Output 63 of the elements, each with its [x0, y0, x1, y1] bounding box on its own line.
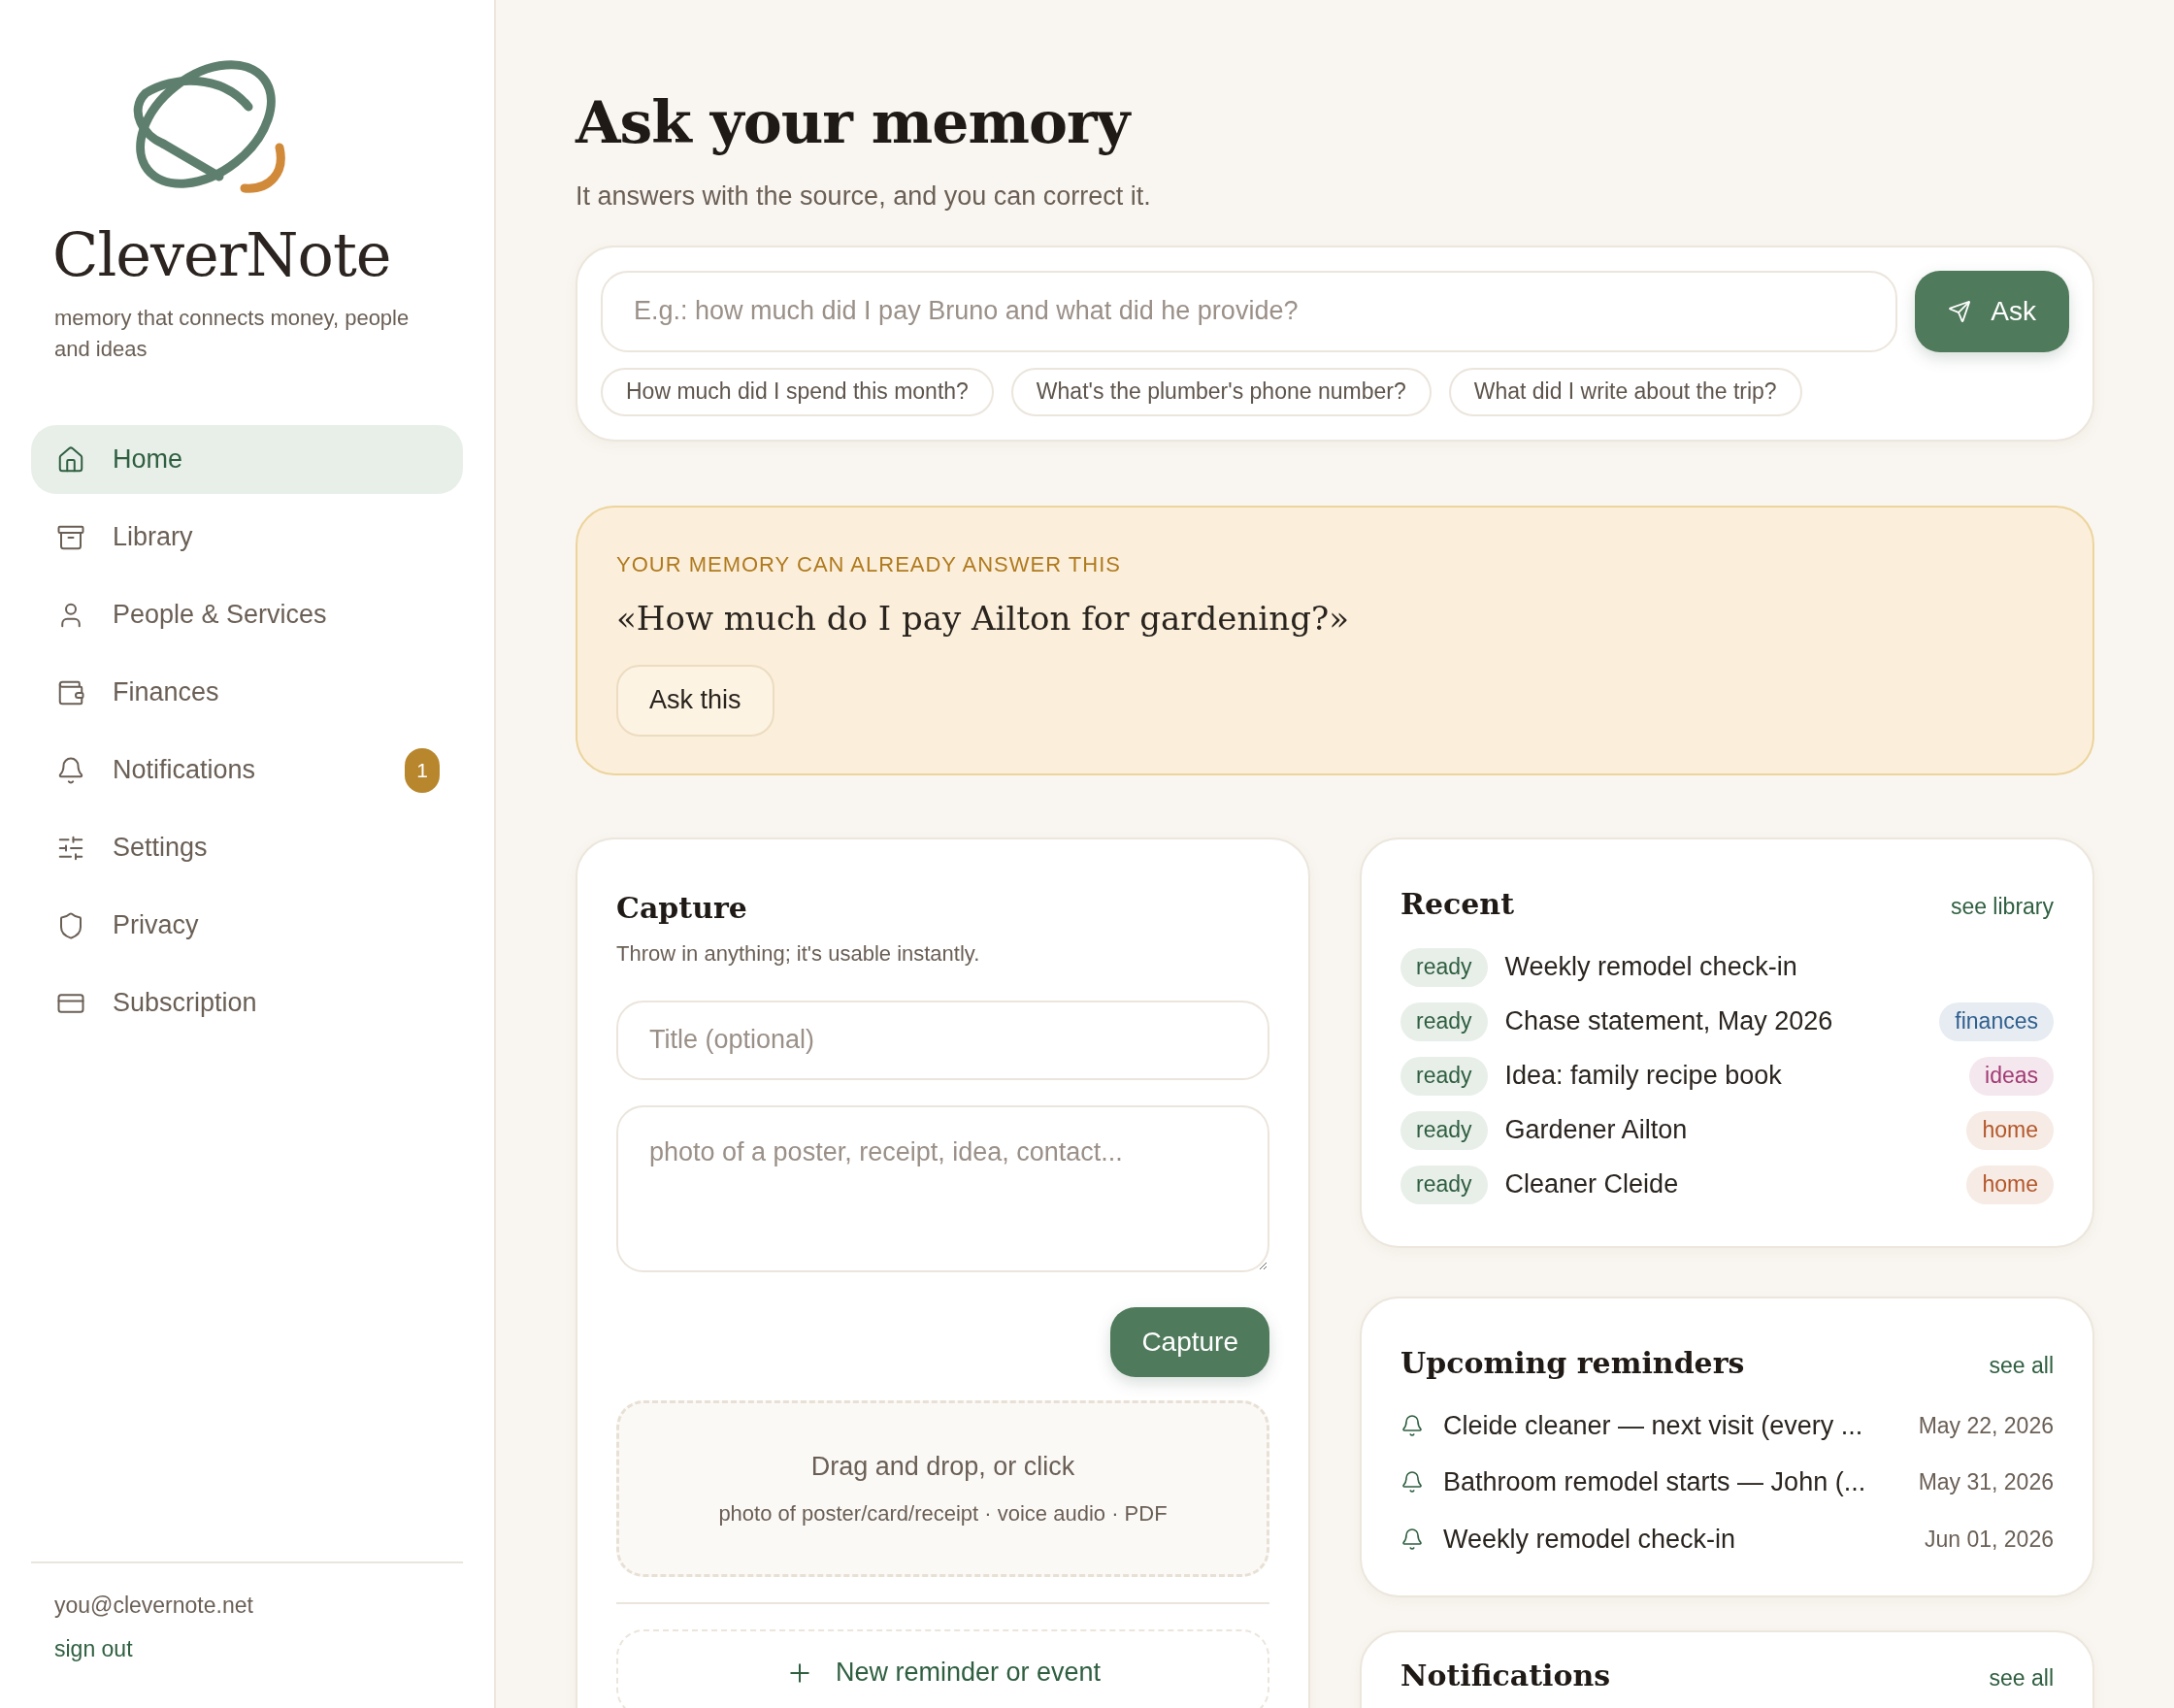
reminder-title[interactable]: Weekly remodel check-in — [1443, 1519, 1736, 1559]
brand-name: CleverNote — [51, 225, 392, 285]
ask-button[interactable]: Ask — [1915, 270, 2069, 352]
item-title[interactable]: Weekly remodel check-in — [1504, 947, 1797, 987]
status-tag: ready — [1400, 1165, 1488, 1204]
brand-tagline: memory that connects money, people and ideas — [53, 305, 411, 363]
ask-this-button[interactable]: Ask this — [616, 664, 774, 737]
status-tag: ready — [1400, 1056, 1488, 1096]
reminder-date: May 31, 2026 — [1917, 1468, 2054, 1496]
nav-item[interactable]: People & Services — [31, 580, 463, 649]
nav-item[interactable]: Library — [31, 503, 463, 572]
nav-item[interactable]: Notifications 1 — [31, 736, 463, 805]
note-field[interactable]: photo of a poster, receipt, idea, contact... — [616, 1104, 1269, 1272]
bell-icon — [1400, 1470, 1424, 1494]
card-title: Upcoming reminders — [1400, 1344, 1745, 1382]
send-icon — [1948, 299, 1972, 323]
dropzone-title: Drag and drop, or click — [810, 1450, 1075, 1483]
nav-item[interactable]: Subscription — [31, 969, 463, 1037]
category-tag: home — [1966, 1110, 2054, 1150]
ask-field[interactable]: E.g.: how much did I pay Bruno and what did he provide? — [601, 270, 1898, 352]
category-tag: home — [1966, 1165, 2054, 1204]
suggestion-chip[interactable]: What's the plumber's phone number? — [1010, 367, 1432, 416]
see-all-link[interactable]: see all — [1989, 1661, 2054, 1695]
reminder-title[interactable]: Bathroom remodel starts — John (... — [1443, 1462, 1866, 1502]
status-tag: ready — [1400, 947, 1488, 987]
dropzone-hint: photo of poster/card/receipt · voice audio · PDF — [718, 1500, 1168, 1528]
bell-icon — [1400, 1413, 1424, 1437]
account-email: you@clevernote.net — [54, 1592, 254, 1620]
reminder-date: May 22, 2026 — [1917, 1411, 2054, 1440]
bell-icon — [56, 755, 85, 785]
status-tag: ready — [1400, 1002, 1488, 1041]
file-dropzone[interactable]: Drag and drop, or click photo of poster/card/receipt · voice audio · PDF — [616, 1399, 1269, 1577]
banner-question: «How much do I pay Ailton for gardening?» — [616, 597, 1349, 640]
item-title[interactable]: Chase statement, May 2026 — [1504, 1002, 1833, 1041]
reminder-date: Jun 01, 2026 — [1924, 1525, 2054, 1554]
count-badge: 1 — [405, 747, 440, 793]
see-library-link[interactable]: see library — [1950, 889, 2054, 923]
category-tag: ideas — [1969, 1056, 2054, 1096]
category-tag: finances — [1939, 1002, 2054, 1041]
bell-icon — [1400, 1527, 1424, 1551]
new-reminder-button[interactable]: New reminder or event — [616, 1628, 1269, 1708]
reminder-title[interactable]: Cleide cleaner — next visit (every ... — [1443, 1405, 1863, 1445]
sign-out-link[interactable]: sign out — [54, 1631, 133, 1665]
suggestion-chip[interactable]: What did I write about the trip? — [1448, 367, 1802, 416]
banner-eyebrow: YOUR MEMORY CAN ALREADY ANSWER THIS — [616, 550, 1121, 578]
card-title: Recent — [1400, 885, 1515, 923]
page-subtitle: It answers with the source, and you can correct it. — [576, 181, 1152, 213]
nav-item[interactable]: Settings — [31, 813, 463, 882]
home-icon — [56, 444, 85, 475]
card-subtitle: Throw in anything; it's usable instantly. — [616, 939, 981, 968]
status-tag: ready — [1400, 1110, 1488, 1150]
nav-item[interactable]: Finances — [31, 658, 463, 727]
item-title[interactable]: Idea: family recipe book — [1504, 1056, 1782, 1096]
title-field[interactable]: Title (optional) — [616, 1000, 1269, 1080]
item-title[interactable]: Cleaner Cleide — [1504, 1165, 1679, 1204]
nav-item[interactable]: Privacy — [31, 891, 463, 960]
nav-item[interactable]: Home — [31, 425, 463, 494]
suggestion-chip[interactable]: How much did I spend this month? — [601, 367, 994, 416]
item-title[interactable]: Gardener Ailton — [1504, 1110, 1688, 1150]
capture-button[interactable]: Capture — [1110, 1306, 1269, 1377]
see-all-link[interactable]: see all — [1989, 1348, 2054, 1382]
card-title: Notifications — [1400, 1658, 1611, 1694]
card-title: Capture — [616, 889, 748, 927]
